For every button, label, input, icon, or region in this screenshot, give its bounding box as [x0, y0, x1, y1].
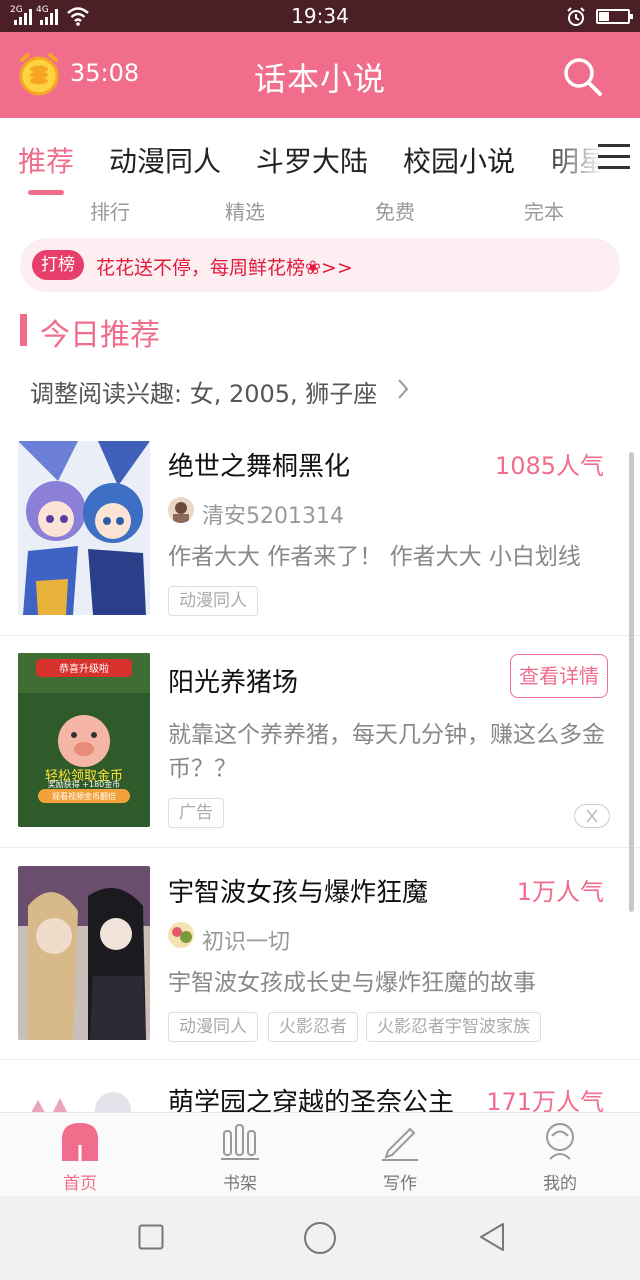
alarm-icon [567, 7, 585, 26]
reading-interest-link[interactable]: 调整阅读兴趣: 女, 2005, 狮子座 [30, 374, 377, 409]
status-time: 19:34 [291, 4, 349, 28]
view-details-button[interactable]: 查看详情 [510, 654, 608, 698]
book-cover [18, 1078, 150, 1112]
flower-ranking-banner[interactable]: 打榜 花花送不停，每周鲜花榜❀>> [20, 238, 620, 292]
popularity-count: 1085人气 [494, 452, 604, 480]
status-bar: 2G 4G 19:34 [0, 0, 640, 32]
recent-apps-icon[interactable] [138, 1224, 164, 1250]
avatar [168, 497, 194, 523]
nav-bookshelf[interactable]: 书架 [160, 1113, 320, 1197]
section-title: 今日推荐 [40, 318, 160, 353]
tab-anime[interactable]: 动漫同人 [109, 140, 221, 180]
subnav-featured[interactable]: 精选 [175, 196, 315, 225]
search-icon[interactable] [560, 54, 604, 98]
author-name[interactable]: 初识一切 [202, 924, 290, 956]
app-title: 话本小说 [253, 60, 386, 98]
active-tab-indicator [28, 190, 64, 195]
ad-cover-button: 观看视频金币翻倍 [52, 792, 116, 801]
nav-label-profile: 我的 [543, 1174, 577, 1194]
pen-icon [382, 1127, 418, 1161]
author-name[interactable]: 清安5201314 [202, 498, 344, 530]
popularity-count: 171万人气 [486, 1088, 604, 1112]
book-description: 宇智波女孩成长史与爆炸狂魔的故事 [168, 970, 536, 996]
book-item[interactable]: 宇智波女孩与爆炸狂魔 1万人气 初识一切 宇智波女孩成长史与爆炸狂魔的故事 动漫… [0, 848, 640, 1060]
nav-label-home: 首页 [63, 1174, 97, 1194]
tab-campus[interactable]: 校园小说 [403, 140, 515, 180]
subnav-ranking[interactable]: 排行 [40, 196, 180, 225]
nav-label-write: 写作 [383, 1174, 417, 1194]
bottom-nav: 首页 书架 写作 我的 [0, 1112, 640, 1196]
subnav-free[interactable]: 免费 [325, 196, 465, 225]
category-tabs: 推荐 动漫同人 斗罗大陆 校园小说 明星 [0, 118, 640, 198]
subnav-complete[interactable]: 完本 [474, 196, 614, 225]
nav-profile[interactable]: 我的 [480, 1113, 640, 1197]
tag-anime[interactable]: 动漫同人 [168, 586, 258, 616]
profile-icon [546, 1123, 574, 1160]
battery-icon [596, 9, 633, 24]
tab-recommend[interactable]: 推荐 [18, 140, 74, 180]
ad-cover-reward: 奖励获得 +180金币 [47, 780, 121, 789]
book-title[interactable]: 宇智波女孩与爆炸狂魔 [168, 872, 428, 909]
chevron-right-icon [398, 379, 409, 399]
nav-write[interactable]: 写作 [320, 1113, 480, 1197]
ad-label: 广告 [168, 798, 224, 828]
book-cover [18, 866, 150, 1040]
ad-description: 就靠这个养养猪，每天几分钟，赚这么多金币？？ [168, 722, 605, 782]
menu-icon[interactable] [598, 144, 630, 170]
nav-label-bookshelf: 书架 [223, 1174, 257, 1194]
close-ad-icon[interactable] [574, 804, 610, 828]
system-nav-bar [0, 1196, 640, 1280]
tag-anime[interactable]: 动漫同人 [168, 1012, 258, 1042]
nav-home[interactable]: 首页 [0, 1113, 160, 1197]
back-icon[interactable] [478, 1222, 506, 1252]
sub-nav: 排行 精选 免费 完本 [0, 196, 640, 226]
book-item[interactable]: 绝世之舞桐黑化 1085人气 清安5201314 作者大大 作者来了！ 作者大大… [0, 424, 640, 636]
ad-title[interactable]: 阳光养猪场 [168, 662, 298, 699]
popularity-count: 1万人气 [516, 878, 604, 906]
ad-item[interactable]: 恭喜升级啦 轻松领取金币 奖励获得 +180金币 观看视频金币翻倍 阳光养猪场 … [0, 636, 640, 848]
scrollbar[interactable] [629, 452, 634, 912]
ranking-badge: 打榜 [32, 250, 84, 280]
tag-uchiha[interactable]: 火影忍者宇智波家族 [366, 1012, 541, 1042]
book-title[interactable]: 萌学园之穿越的圣奈公主 [168, 1082, 454, 1112]
book-cover [18, 441, 150, 615]
app-header: 35:08 话本小说 [0, 32, 640, 118]
book-item[interactable]: 萌学园之穿越的圣奈公主 171万人气 [0, 1060, 640, 1112]
banner-text: 花花送不停，每周鲜花榜❀>> [96, 257, 353, 279]
avatar [168, 922, 194, 948]
tag-naruto[interactable]: 火影忍者 [268, 1012, 358, 1042]
bookshelf-icon [221, 1124, 259, 1160]
section-accent-bar [20, 314, 27, 346]
home-circle-icon[interactable] [303, 1221, 337, 1255]
book-description: 作者大大 作者来了！ 作者大大 小白划线 [168, 544, 581, 570]
ad-cover: 恭喜升级啦 轻松领取金币 奖励获得 +180金币 观看视频金币翻倍 [18, 653, 150, 827]
ad-cover-top-text: 恭喜升级啦 [59, 664, 109, 675]
tab-douluo[interactable]: 斗罗大陆 [256, 140, 368, 180]
book-title[interactable]: 绝世之舞桐黑化 [168, 446, 350, 483]
home-icon [62, 1123, 98, 1161]
